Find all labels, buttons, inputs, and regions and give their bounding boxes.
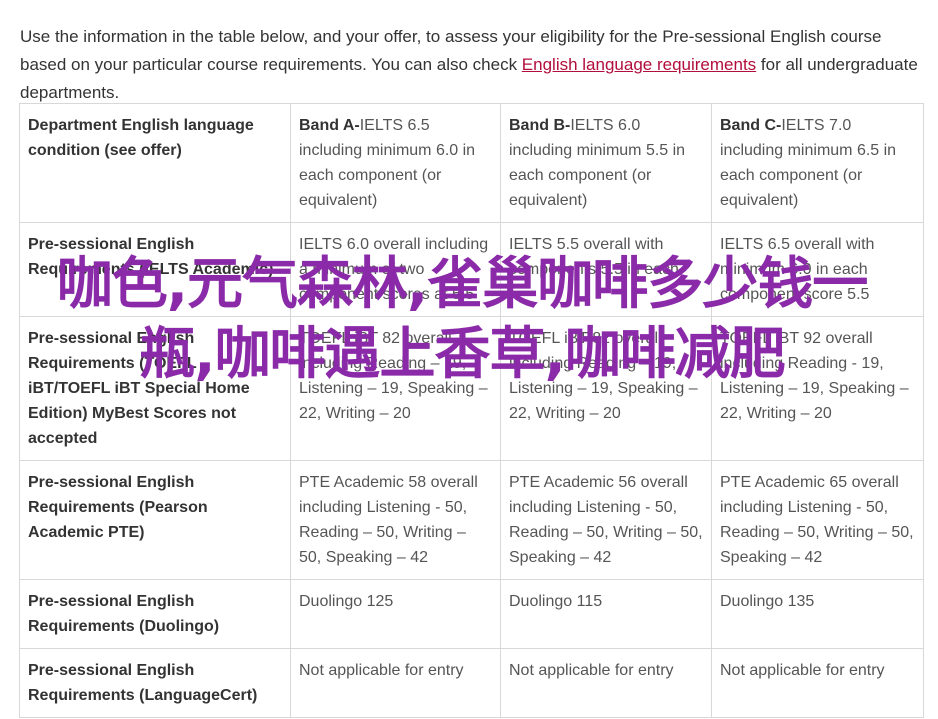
table-cell: PTE Academic 65 overall including Listen… [711, 460, 924, 580]
table-cell: Not applicable for entry [290, 648, 501, 718]
table-cell: Duolingo 135 [711, 579, 924, 649]
row-label: Pre-sessional English Requirements (TOEF… [19, 316, 291, 461]
row-label: Pre-sessional English Requirements (Lang… [19, 648, 291, 718]
table-cell: Duolingo 115 [500, 579, 712, 649]
table-row: Pre-sessional English Requirements (Lang… [19, 648, 924, 718]
table-cell: Not applicable for entry [500, 648, 712, 718]
table-row: Pre-sessional English Requirements (Duol… [19, 579, 924, 649]
band-b-name: Band B- [509, 117, 571, 134]
table-row: Pre-sessional English Requirements (Pear… [19, 460, 924, 580]
band-a-name: Band A- [299, 117, 360, 134]
header-condition-cell: Department English language condition (s… [19, 103, 291, 223]
table-cell: IELTS 5.5 overall with components 5.5 in… [500, 222, 712, 317]
row-label: Pre-sessional English Requirements (Duol… [19, 579, 291, 649]
english-requirements-link[interactable]: English language requirements [522, 55, 756, 74]
table-cell: Not applicable for entry [711, 648, 924, 718]
table-cell: TOEFL iBT 92 overall including Reading -… [711, 316, 924, 461]
table-header-row: Department English language condition (s… [19, 103, 924, 223]
intro-paragraph: Use the information in the table below, … [20, 23, 925, 107]
table-cell: PTE Academic 56 overall including Listen… [500, 460, 712, 580]
header-band-b-cell: Band B-IELTS 6.0 including minimum 5.5 i… [500, 103, 712, 223]
table-row: Pre-sessional English Requirements (IELT… [19, 222, 924, 317]
row-label: Pre-sessional English Requirements (IELT… [19, 222, 291, 317]
table-cell: IELTS 6.5 overall with minimum 6.0 in ea… [711, 222, 924, 317]
table-cell: TOEFL iBT 82 overall including Reading –… [290, 316, 501, 461]
band-c-name: Band C- [720, 117, 782, 134]
table-cell: IELTS 6.0 overall including a minimum of… [290, 222, 501, 317]
requirements-table: Department English language condition (s… [19, 103, 924, 718]
table-cell: PTE Academic 58 overall including Listen… [290, 460, 501, 580]
header-band-a-cell: Band A-IELTS 6.5 including minimum 6.0 i… [290, 103, 501, 223]
table-cell: TOEFL iBT 82 overall including Reading –… [500, 316, 712, 461]
table-cell: Duolingo 125 [290, 579, 501, 649]
row-label: Pre-sessional English Requirements (Pear… [19, 460, 291, 580]
header-band-c-cell: Band C-IELTS 7.0 including minimum 6.5 i… [711, 103, 924, 223]
table-row: Pre-sessional English Requirements (TOEF… [19, 316, 924, 461]
